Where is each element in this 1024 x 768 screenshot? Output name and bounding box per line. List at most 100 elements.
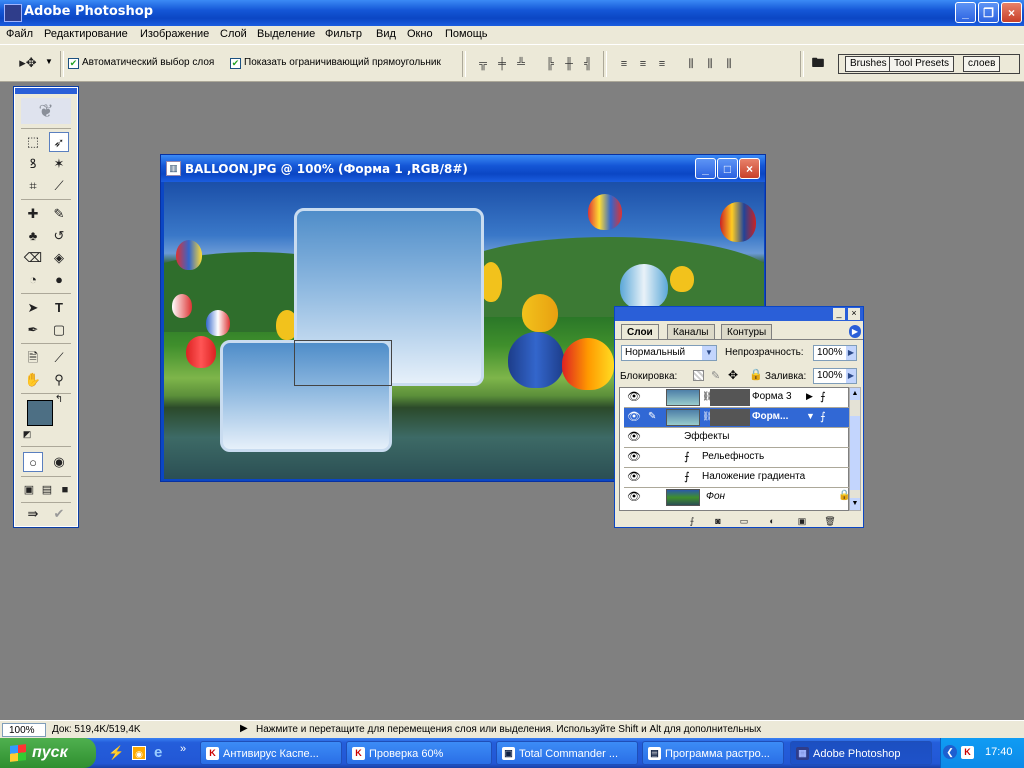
lock-transparency-icon[interactable] <box>693 370 704 381</box>
eye-icon[interactable]: 👁 <box>626 411 642 423</box>
panel-menu-icon[interactable]: ▶ <box>849 325 861 338</box>
eraser-tool-icon[interactable]: ⌫ <box>23 248 43 268</box>
marquee-tool-icon[interactable]: ⬚ <box>23 132 43 152</box>
screen-mode-standard-icon[interactable]: ▣ <box>21 480 37 500</box>
menu-filter[interactable]: Фильтр <box>325 28 362 40</box>
task-raster-program[interactable]: ▤ Программа растро... <box>642 741 784 765</box>
task-check[interactable]: K Проверка 60% <box>346 741 492 765</box>
quicklaunch-more-icon[interactable]: » <box>180 743 186 755</box>
doc-close-button[interactable]: × <box>739 158 760 179</box>
distribute-bottom-icon[interactable]: ≡ <box>654 57 670 71</box>
move-tool-preset-icon[interactable]: ▸✥ <box>18 53 38 73</box>
menu-window[interactable]: Окно <box>407 28 433 40</box>
layer-style-icon[interactable]: ⨍ <box>685 515 699 527</box>
distribute-right-icon[interactable]: ⫼ <box>721 57 737 71</box>
layers-scrollbar[interactable]: ▲ ▼ <box>849 387 861 511</box>
scroll-up-arrow[interactable]: ▲ <box>850 388 860 400</box>
lock-position-icon[interactable]: ✥ <box>728 368 738 382</box>
lock-all-icon[interactable]: 🔒 <box>749 368 763 381</box>
palette-tab-tool-presets[interactable]: Tool Presets <box>889 56 955 72</box>
tab-layers[interactable]: Слои <box>621 324 659 340</box>
panel-close-icon[interactable]: × <box>848 308 860 320</box>
align-bottom-icon[interactable]: ╩ <box>513 57 529 71</box>
eye-icon[interactable]: 👁 <box>626 451 642 463</box>
default-colors-icon[interactable]: ◩ <box>21 428 33 440</box>
effect-row-bevel[interactable]: 👁 ⨍ Рельефность <box>624 448 854 468</box>
show-bounds-checkbox[interactable]: ✔ <box>230 58 241 69</box>
quick-mask-icon[interactable]: ◉ <box>49 452 69 472</box>
restore-button[interactable]: ❐ <box>978 2 999 23</box>
layer-row-forma-1[interactable]: 👁 ✎ ⛓ Форм... ▼ ⨍ <box>624 408 854 428</box>
fill-input[interactable]: 100% ▶ <box>813 368 857 384</box>
clone-stamp-icon[interactable]: ♣ <box>23 226 43 246</box>
start-button[interactable]: пуск <box>0 738 96 768</box>
distribute-hcenter-icon[interactable]: ⫼ <box>702 57 718 71</box>
bounding-box[interactable] <box>294 340 392 386</box>
collapse-effects-icon[interactable]: ▼ <box>806 411 815 421</box>
chevron-down-icon[interactable]: ▼ <box>45 57 53 66</box>
align-left-icon[interactable]: ╠ <box>542 57 558 71</box>
new-layer-icon[interactable]: ▣ <box>795 515 809 527</box>
task-photoshop[interactable]: ▦ Adobe Photoshop <box>790 741 932 765</box>
pen-tool-icon[interactable]: ✒ <box>23 320 43 340</box>
menu-help[interactable]: Помощь <box>445 28 488 40</box>
scroll-down-arrow[interactable]: ▼ <box>850 498 860 510</box>
expand-effects-icon[interactable]: ▶ <box>806 391 813 402</box>
menu-edit[interactable]: Редактирование <box>44 28 128 40</box>
kaspersky-tray-icon[interactable]: K <box>961 746 974 759</box>
app-title-bar[interactable]: Adobe Photoshop _ ❐ × <box>0 0 1024 26</box>
file-browser-icon[interactable]: 🖿 <box>808 53 828 73</box>
clock[interactable]: 17:40 <box>985 746 1013 758</box>
dodge-tool-icon[interactable]: ● <box>49 270 69 290</box>
tray-expand-icon[interactable]: ❮ <box>943 745 957 759</box>
eyedropper-icon[interactable]: ⟋ <box>49 348 69 368</box>
eye-icon[interactable]: 👁 <box>626 431 642 443</box>
zoom-tool-icon[interactable]: ⚲ <box>49 370 69 390</box>
shape-tool-icon[interactable]: ▢ <box>49 320 69 340</box>
crop-tool-icon[interactable]: ⌗ <box>23 176 43 196</box>
layer-row-background[interactable]: 👁 Фон 🔒 <box>624 488 854 507</box>
menu-file[interactable]: Файл <box>6 28 33 40</box>
internet-explorer-icon[interactable]: e <box>154 744 162 761</box>
task-total-commander[interactable]: ▣ Total Commander ... <box>496 741 638 765</box>
layers-panel-header[interactable]: _ × <box>615 307 863 321</box>
document-title-bar[interactable]: ▥ BALLOON.JPG @ 100% (Форма 1 ,RGB/8#) _… <box>161 155 765 182</box>
menu-layer[interactable]: Слой <box>220 28 247 40</box>
brush-tool-icon[interactable]: ✎ <box>49 204 69 224</box>
effect-row-gradient-overlay[interactable]: 👁 ⨍ Наложение градиента <box>624 468 854 488</box>
jump-to-imageready-icon[interactable]: ⇛ <box>23 504 43 524</box>
new-group-icon[interactable]: ▭ <box>737 515 751 527</box>
distribute-vcenter-icon[interactable]: ≡ <box>635 57 651 71</box>
swap-colors-icon[interactable]: ↰ <box>53 394 65 406</box>
magic-wand-icon[interactable]: ✶ <box>49 154 69 174</box>
effects-row[interactable]: 👁 Эффекты <box>624 428 854 448</box>
feather-logo-icon[interactable]: ❦ <box>21 98 71 124</box>
distribute-left-icon[interactable]: ⫼ <box>683 57 699 71</box>
screen-mode-full-icon[interactable]: ■ <box>57 480 73 500</box>
show-desktop-icon[interactable]: ⚡ <box>108 745 124 761</box>
foreground-color-swatch[interactable] <box>27 400 53 426</box>
menu-select[interactable]: Выделение <box>257 28 315 40</box>
panel-minimize-icon[interactable]: _ <box>833 308 845 320</box>
eye-icon[interactable]: 👁 <box>626 491 642 503</box>
blend-mode-select[interactable]: Нормальный ▼ <box>621 345 717 361</box>
adjustment-layer-icon[interactable]: ◐ <box>765 515 779 527</box>
screen-mode-full-menu-icon[interactable]: ▤ <box>39 480 55 500</box>
palette-tab-layers[interactable]: слоев <box>963 56 1001 72</box>
doc-minimize-button[interactable]: _ <box>695 158 716 179</box>
scroll-thumb[interactable] <box>850 416 860 490</box>
layer-row-forma-3[interactable]: 👁 ⛓ Форма 3 ▶ ⨍ <box>624 388 854 408</box>
distribute-top-icon[interactable]: ≡ <box>616 57 632 71</box>
align-vcenter-icon[interactable]: ╪ <box>494 57 510 71</box>
eye-icon[interactable]: 👁 <box>626 471 642 483</box>
healing-brush-icon[interactable]: ✚ <box>23 204 43 224</box>
align-hcenter-icon[interactable]: ╫ <box>561 57 577 71</box>
close-button[interactable]: × <box>1001 2 1022 23</box>
slice-tool-icon[interactable]: ⟋ <box>49 176 69 196</box>
doc-maximize-button[interactable]: □ <box>717 158 738 179</box>
standard-mode-icon[interactable]: ○ <box>23 452 43 472</box>
task-kaspersky[interactable]: K Антивирус Каспе... <box>200 741 342 765</box>
palette-tab-brushes[interactable]: Brushes <box>845 56 892 72</box>
quicklaunch-app-icon[interactable]: ◉ <box>132 746 146 760</box>
minimize-button[interactable]: _ <box>955 2 976 23</box>
